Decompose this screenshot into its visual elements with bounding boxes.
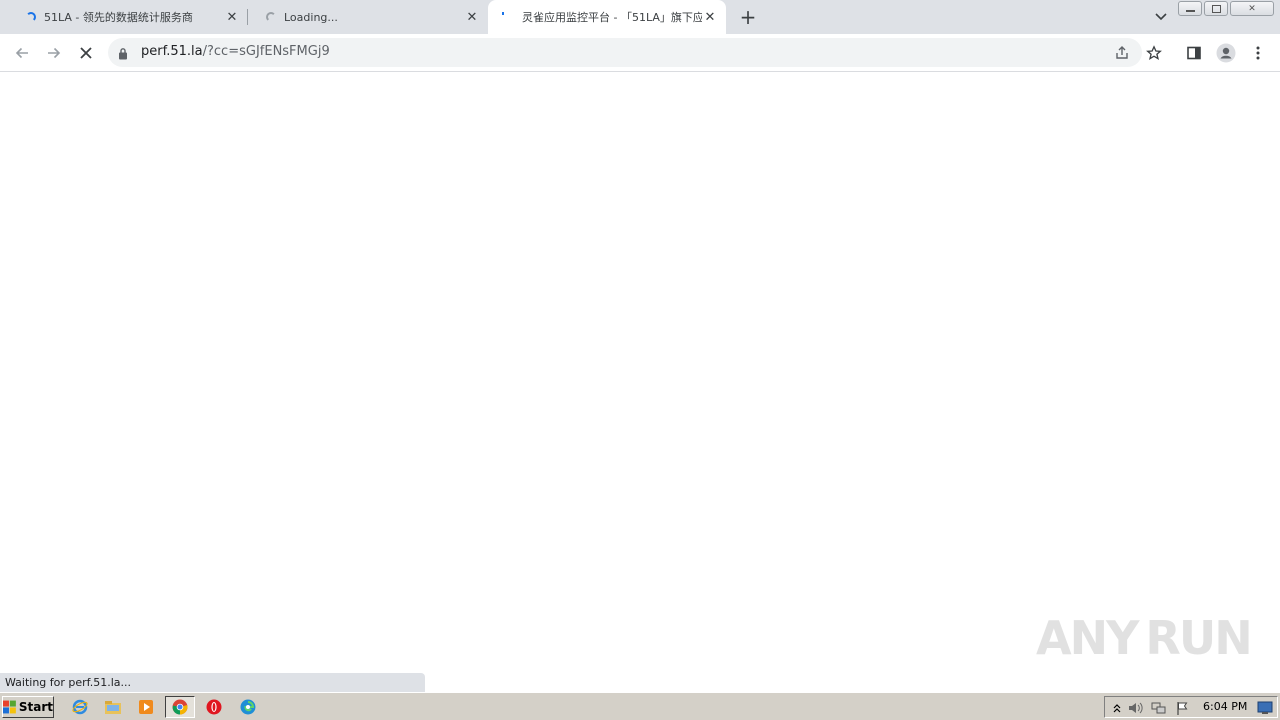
address-bar[interactable]: perf.51.la/?cc=sGJfENsFMGj9 bbox=[108, 38, 1162, 67]
minimize-button[interactable] bbox=[1178, 1, 1202, 16]
watermark-left: ANY bbox=[1036, 611, 1139, 665]
taskbar-media-player[interactable] bbox=[134, 696, 158, 718]
internet-explorer-icon bbox=[72, 699, 88, 715]
share-button[interactable] bbox=[1112, 43, 1132, 63]
system-tray: 6:04 PM bbox=[1104, 696, 1278, 718]
url-host: perf.51.la bbox=[141, 44, 203, 59]
volume-icon[interactable] bbox=[1127, 700, 1143, 716]
menu-button[interactable] bbox=[1246, 41, 1270, 65]
watermark-right: RUN bbox=[1145, 611, 1252, 665]
anyrun-watermark: ANY RUN bbox=[1036, 606, 1253, 670]
loading-favicon-icon bbox=[498, 12, 508, 22]
show-desktop-icon[interactable] bbox=[1257, 700, 1273, 716]
new-tab-button[interactable]: + bbox=[736, 5, 760, 29]
window-controls: ✕ bbox=[1176, 1, 1274, 16]
chevron-down-icon bbox=[1155, 13, 1167, 21]
share-icon bbox=[1116, 46, 1128, 59]
page-content bbox=[0, 72, 1280, 692]
opera-icon bbox=[206, 699, 222, 715]
taskbar-edge[interactable] bbox=[236, 696, 260, 718]
edge-icon bbox=[240, 699, 256, 715]
forward-button[interactable] bbox=[42, 41, 66, 65]
back-button[interactable] bbox=[10, 41, 34, 65]
start-button[interactable]: Start bbox=[2, 696, 54, 718]
loading-spinner-icon bbox=[266, 12, 276, 22]
tab-lingque-active[interactable]: 灵雀应用监控平台 - 「51LA」旗下应 ✕ bbox=[488, 0, 726, 34]
network-icon[interactable] bbox=[1151, 700, 1167, 716]
close-icon bbox=[80, 47, 92, 59]
tab-title: Loading... bbox=[284, 10, 338, 24]
minimize-icon bbox=[1185, 10, 1195, 12]
tab-close-icon[interactable]: ✕ bbox=[224, 9, 240, 25]
tab-search-button[interactable] bbox=[1150, 6, 1172, 28]
star-icon bbox=[1146, 45, 1162, 60]
tab-strip: 51LA - 领先的数据统计服务商 ✕ Loading... ✕ 灵雀应用监控平… bbox=[0, 0, 1280, 34]
file-explorer-icon bbox=[105, 701, 121, 714]
loading-spinner-icon bbox=[26, 12, 36, 22]
browser-toolbar: perf.51.la/?cc=sGJfENsFMGj9 bbox=[0, 34, 1280, 72]
windows-logo-icon bbox=[3, 700, 16, 714]
arrow-left-icon bbox=[15, 47, 28, 59]
tab-title: 51LA - 领先的数据统计服务商 bbox=[44, 11, 193, 24]
start-label: Start bbox=[18, 700, 53, 714]
url-text: perf.51.la/?cc=sGJfENsFMGj9 bbox=[141, 44, 330, 59]
lock-icon bbox=[118, 45, 128, 64]
arrow-right-icon bbox=[48, 47, 61, 59]
status-bubble: Waiting for perf.51.la... bbox=[0, 673, 425, 692]
tab-51la[interactable]: 51LA - 领先的数据统计服务商 ✕ bbox=[8, 0, 248, 34]
side-panel-icon bbox=[1187, 46, 1201, 60]
media-player-icon bbox=[139, 700, 153, 714]
taskbar-opera[interactable] bbox=[202, 696, 226, 718]
taskbar-ie[interactable] bbox=[68, 696, 92, 718]
side-panel-button[interactable] bbox=[1182, 41, 1206, 65]
clock[interactable]: 6:04 PM bbox=[1203, 700, 1247, 713]
restore-icon bbox=[1211, 4, 1221, 13]
url-path: /?cc=sGJfENsFMGj9 bbox=[202, 44, 330, 59]
close-window-button[interactable]: ✕ bbox=[1230, 1, 1274, 16]
kebab-menu-icon bbox=[1256, 46, 1260, 60]
tab-title: 灵雀应用监控平台 - 「51LA」旗下应 bbox=[522, 11, 702, 24]
restore-button[interactable] bbox=[1204, 1, 1228, 16]
tray-expand-icon[interactable] bbox=[1109, 700, 1125, 716]
taskbar-explorer[interactable] bbox=[101, 696, 125, 718]
screen: 51LA - 领先的数据统计服务商 ✕ Loading... ✕ 灵雀应用监控平… bbox=[0, 0, 1280, 720]
taskbar-chrome[interactable] bbox=[165, 696, 195, 718]
taskbar: Start 6:04 PM bbox=[0, 692, 1280, 720]
profile-button[interactable] bbox=[1214, 41, 1238, 65]
avatar-icon bbox=[1216, 43, 1236, 63]
stop-loading-button[interactable] bbox=[74, 41, 98, 65]
tab-close-icon[interactable]: ✕ bbox=[702, 9, 718, 25]
chrome-icon bbox=[172, 699, 188, 715]
close-icon: ✕ bbox=[1248, 3, 1256, 14]
bookmark-button[interactable] bbox=[1144, 43, 1164, 63]
tab-close-icon[interactable]: ✕ bbox=[464, 9, 480, 25]
tab-loading[interactable]: Loading... ✕ bbox=[248, 0, 488, 34]
flag-icon[interactable] bbox=[1175, 700, 1191, 716]
